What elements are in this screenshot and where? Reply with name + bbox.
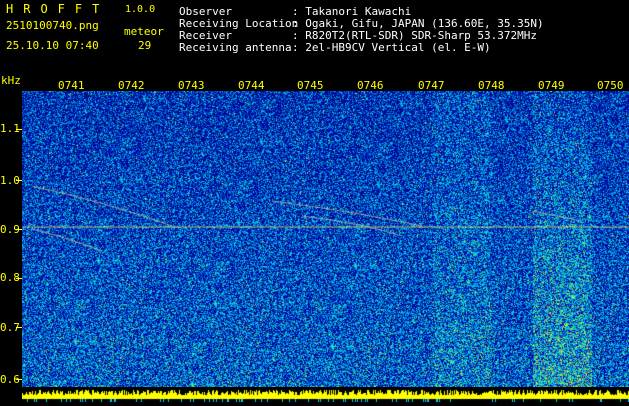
y-axis-unit: kHz — [1, 74, 21, 87]
spectrogram — [22, 91, 629, 387]
app-logo: HROFFT — [6, 2, 110, 16]
signal-level-bars — [22, 389, 629, 402]
info-value-antenna: : 2el-HB9CV Vertical (el. E-W) — [292, 41, 491, 54]
signal-level-strip — [22, 387, 629, 402]
info-label-antenna: Receiving antenna — [179, 41, 292, 54]
y-tick-label: 1.0 — [0, 174, 20, 187]
y-tick-label: 0.7 — [0, 321, 20, 334]
meteor-label: meteor — [124, 25, 164, 38]
app-version: 1.0.0 — [125, 4, 156, 15]
file-name: 2510100740.png — [6, 19, 99, 32]
y-tick-label: 0.9 — [0, 223, 20, 236]
capture-datetime: 25.10.10 07:40 — [6, 39, 99, 52]
y-tick-label: 0.6 — [0, 373, 20, 386]
spectrogram-canvas — [22, 91, 629, 387]
meteor-count: 29 — [138, 39, 152, 52]
